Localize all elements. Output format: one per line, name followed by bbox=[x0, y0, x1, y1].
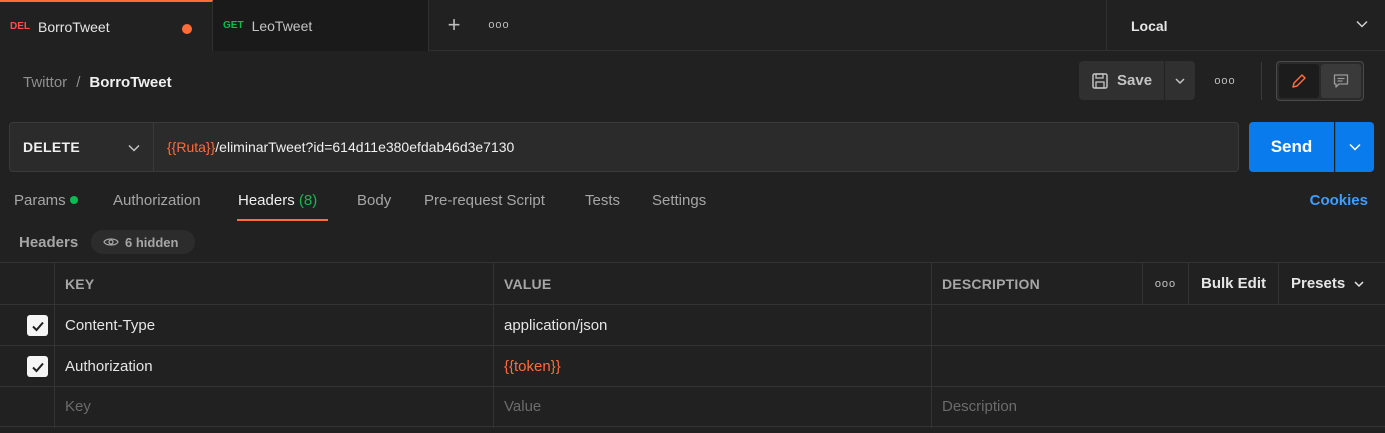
bulk-edit-button[interactable]: Bulk Edit bbox=[1201, 263, 1266, 304]
http-method-select[interactable]: DELETE bbox=[9, 122, 154, 172]
row-enabled-checkbox[interactable] bbox=[27, 315, 48, 336]
column-divider bbox=[1278, 262, 1279, 304]
tab-prerequest-script[interactable]: Pre-request Script bbox=[424, 192, 545, 209]
headers-table: KEY VALUE DESCRIPTION ooo Bulk Edit Pres… bbox=[0, 262, 1385, 433]
tab-method-badge: DEL bbox=[10, 21, 30, 32]
new-key-input[interactable]: Key bbox=[54, 387, 493, 426]
tab-tests[interactable]: Tests bbox=[585, 192, 620, 209]
table-header-row: KEY VALUE DESCRIPTION ooo Bulk Edit Pres… bbox=[0, 262, 1385, 304]
request-tab-borrotweet[interactable]: DEL BorroTweet bbox=[0, 0, 213, 51]
header-key-cell[interactable]: Authorization bbox=[54, 346, 493, 386]
headers-section-title: Headers bbox=[19, 234, 79, 251]
new-value-input[interactable]: Value bbox=[493, 387, 931, 426]
header-key-cell[interactable]: Content-Type bbox=[54, 305, 493, 345]
params-indicator-dot bbox=[69, 196, 78, 204]
request-url-input[interactable]: {{Ruta}}/eliminarTweet?id=614d11e380efda… bbox=[154, 122, 1239, 172]
save-button[interactable]: Save bbox=[1079, 61, 1164, 100]
presets-button[interactable]: Presets bbox=[1291, 263, 1365, 304]
new-description-input[interactable]: Description bbox=[931, 387, 1385, 426]
more-actions-button[interactable]: ooo bbox=[1211, 72, 1239, 90]
header-value-cell[interactable]: {{token}} bbox=[493, 346, 931, 386]
header-description-cell[interactable] bbox=[931, 346, 1385, 386]
breadcrumb-collection[interactable]: Twittor bbox=[23, 74, 67, 91]
cookies-link[interactable]: Cookies bbox=[1310, 192, 1368, 209]
request-tab-bar: DEL BorroTweet GET LeoTweet + ooo Local bbox=[0, 0, 1385, 51]
edit-mode-button[interactable] bbox=[1279, 64, 1319, 98]
header-value-cell[interactable]: application/json bbox=[493, 305, 931, 345]
column-divider bbox=[54, 262, 55, 428]
table-row: Content-Type application/json bbox=[0, 304, 1385, 345]
chevron-down-icon bbox=[1175, 77, 1185, 84]
headers-count: (8) bbox=[298, 192, 318, 209]
chevron-down-icon bbox=[1349, 143, 1361, 151]
chevron-down-icon bbox=[1354, 280, 1364, 287]
tab-options-button[interactable]: ooo bbox=[487, 16, 511, 34]
checkmark-icon bbox=[31, 362, 44, 372]
checkmark-icon bbox=[31, 321, 44, 331]
row-enabled-checkbox[interactable] bbox=[27, 356, 48, 377]
column-divider bbox=[931, 262, 932, 428]
save-icon bbox=[1092, 72, 1108, 89]
new-tab-button[interactable]: + bbox=[443, 12, 465, 38]
comment-icon bbox=[1333, 74, 1349, 88]
tab-title: LeoTweet bbox=[251, 17, 313, 34]
header-description-cell[interactable] bbox=[931, 305, 1385, 345]
url-path: /eliminarTweet?id=614d11e380efdab46d3e71… bbox=[215, 139, 515, 155]
tab-headers[interactable]: Headers (8) bbox=[238, 192, 317, 209]
table-options-button[interactable]: ooo bbox=[1143, 263, 1188, 304]
save-label: Save bbox=[1117, 72, 1153, 89]
column-header-value: VALUE bbox=[504, 275, 552, 292]
table-row: Authorization {{token}} bbox=[0, 345, 1385, 386]
comments-mode-button[interactable] bbox=[1321, 64, 1361, 98]
save-options-button[interactable] bbox=[1165, 61, 1195, 100]
column-divider bbox=[493, 262, 494, 428]
hidden-headers-toggle[interactable]: 6 hidden bbox=[91, 230, 195, 254]
url-variable: {{Ruta}} bbox=[167, 139, 216, 155]
send-button[interactable]: Send bbox=[1249, 122, 1334, 172]
tab-settings[interactable]: Settings bbox=[652, 192, 706, 209]
request-tab-leotweet[interactable]: GET LeoTweet bbox=[213, 0, 429, 51]
tab-method-badge: GET bbox=[223, 20, 244, 31]
tab-headers-label: Headers bbox=[238, 192, 295, 209]
tab-params-label: Params bbox=[14, 192, 66, 209]
environment-selector[interactable]: Local bbox=[1106, 0, 1385, 51]
table-row-placeholder: Key Value Description bbox=[0, 386, 1385, 427]
column-header-description: DESCRIPTION bbox=[942, 275, 1040, 292]
breadcrumb-request-name[interactable]: BorroTweet bbox=[89, 74, 171, 91]
tab-params[interactable]: Params bbox=[14, 192, 78, 209]
active-tab-indicator bbox=[237, 219, 328, 221]
tab-title: BorroTweet bbox=[38, 18, 110, 35]
pencil-icon bbox=[1292, 74, 1306, 88]
tab-body[interactable]: Body bbox=[357, 192, 391, 209]
chevron-down-icon bbox=[1356, 20, 1368, 28]
view-mode-toggle bbox=[1276, 61, 1364, 101]
http-method-label: DELETE bbox=[23, 139, 81, 155]
unsaved-changes-dot bbox=[182, 24, 192, 34]
breadcrumb: Twittor / BorroTweet bbox=[23, 72, 172, 92]
hidden-headers-label: 6 hidden bbox=[125, 234, 179, 250]
chevron-down-icon bbox=[128, 144, 140, 152]
breadcrumb-separator: / bbox=[76, 73, 81, 91]
tab-authorization[interactable]: Authorization bbox=[113, 192, 201, 209]
send-options-button[interactable] bbox=[1335, 122, 1374, 172]
column-divider bbox=[1188, 262, 1189, 304]
environment-label: Local bbox=[1131, 17, 1168, 34]
toolbar-divider bbox=[1261, 62, 1262, 100]
presets-label: Presets bbox=[1291, 275, 1346, 292]
column-header-key: KEY bbox=[65, 275, 95, 292]
column-divider bbox=[1142, 262, 1143, 304]
request-section-tabs: Params Authorization Headers (8) Body Pr… bbox=[0, 186, 1385, 222]
eye-icon bbox=[103, 238, 119, 246]
